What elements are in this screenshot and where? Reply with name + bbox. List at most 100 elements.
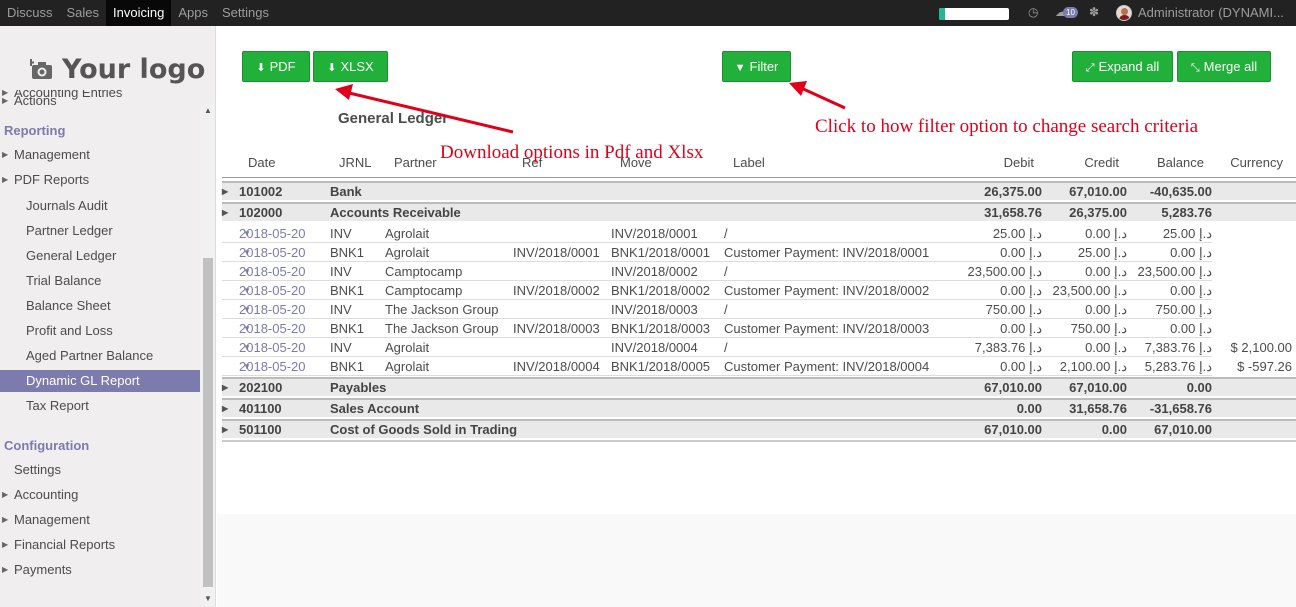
- sidebar-item-settings[interactable]: Settings: [0, 459, 200, 481]
- scroll-down-icon[interactable]: ▼: [204, 594, 212, 603]
- caret-right-icon[interactable]: ▶: [222, 204, 228, 221]
- filter-arrow: [798, 85, 846, 110]
- sidebar-item-profit-and-loss[interactable]: Profit and Loss: [0, 320, 200, 342]
- expand-icon: ⤢: [1085, 62, 1095, 74]
- move-name: BNK1/2018/0003: [611, 321, 711, 336]
- column-header-debit[interactable]: Debit: [954, 155, 1034, 170]
- expand-all-button[interactable]: ⤢ Expand all: [1072, 51, 1173, 82]
- move-label: /: [724, 226, 728, 241]
- caret-right-icon[interactable]: ▶: [222, 421, 228, 438]
- account-name: Payables: [330, 380, 387, 395]
- caret-down-icon[interactable]: ▼: [243, 357, 251, 376]
- app-menu-sales[interactable]: Sales: [60, 0, 107, 26]
- avatar[interactable]: [1116, 5, 1132, 21]
- journal-code: INV: [330, 264, 352, 279]
- app-menu-discuss[interactable]: Discuss: [0, 0, 60, 26]
- download-arrowhead: [335, 84, 353, 100]
- column-header-currency[interactable]: Currency: [1203, 155, 1283, 170]
- merge-all-button[interactable]: ⤡ Merge all: [1177, 51, 1271, 82]
- caret-down-icon[interactable]: ▼: [243, 262, 251, 281]
- scroll-up-icon[interactable]: ▲: [204, 106, 212, 115]
- sidebar-item-payments[interactable]: ▶ Payments: [0, 559, 200, 581]
- sidebar-item-configuration: Configuration: [0, 435, 200, 457]
- caret-right-icon[interactable]: ▶: [222, 379, 228, 396]
- sidebar-item-management[interactable]: ▶ Management: [0, 144, 200, 166]
- sidebar-item-general-ledger[interactable]: General Ledger: [0, 245, 200, 267]
- column-header-date[interactable]: Date: [248, 155, 275, 170]
- merge-all-label: Merge all: [1203, 59, 1258, 74]
- journal-code: BNK1: [330, 321, 364, 336]
- scrollbar-thumb[interactable]: [203, 258, 213, 587]
- progress-fill: [939, 8, 945, 20]
- user-menu[interactable]: Administrator (DYNAMI...: [1138, 0, 1284, 26]
- filter-button-label: Filter: [749, 59, 779, 74]
- sidebar-item-financial-reports[interactable]: ▶ Financial Reports: [0, 534, 200, 556]
- caret-down-icon[interactable]: ▼: [243, 319, 251, 338]
- sidebar-item-actions[interactable]: ▶ Actions: [0, 90, 200, 112]
- account-group-row[interactable]: ▶ 401100 Sales Account 0.00 31,658.76 -31,658…: [222, 398, 1296, 417]
- column-header-jrnl[interactable]: JRNL: [339, 155, 372, 170]
- partner-name: Camptocamp: [385, 283, 463, 298]
- caret-down-icon[interactable]: ▼: [243, 224, 251, 243]
- move-name: INV/2018/0003: [611, 302, 698, 317]
- sidebar-item-pdf-reports[interactable]: ▶ PDF Reports: [0, 169, 200, 191]
- partner-name: The Jackson Group: [385, 302, 499, 317]
- company-logo: Your logo: [30, 54, 205, 85]
- sidebar-item-aged-partner-balance[interactable]: Aged Partner Balance: [0, 345, 200, 367]
- caret-right-icon[interactable]: ▶: [222, 400, 228, 417]
- sidebar-scrollbar[interactable]: ▲ ▼: [200, 104, 215, 607]
- partner-name: Camptocamp: [385, 264, 463, 279]
- column-header-label[interactable]: Label: [733, 155, 765, 170]
- line-balance: 750.00 د.إ: [1155, 302, 1212, 317]
- sidebar: Your logo ▶ Accounting Entries ▶ Actions Rep…: [0, 26, 216, 607]
- caret-down-icon[interactable]: ▼: [243, 281, 251, 300]
- caret-down-icon[interactable]: ▼: [243, 243, 251, 262]
- app-menu-settings[interactable]: Settings: [215, 0, 276, 26]
- clock-icon[interactable]: ◷: [1028, 5, 1038, 19]
- annotation-filter: Click to how filter option to change sea…: [815, 116, 1199, 137]
- account-name: Accounts Receivable: [330, 205, 461, 220]
- main-content: ⬇ PDF ⬇ XLSX ▼ Filter ⤢ Expand all ⤡ Merge al…: [217, 26, 1296, 607]
- account-group-row[interactable]: ▶ 102000 Accounts Receivable 31,658.76 26,37…: [222, 202, 1296, 221]
- app-menu: Discuss Sales Invoicing Apps Settings: [0, 0, 276, 26]
- app-menu-apps[interactable]: Apps: [171, 0, 215, 26]
- app-menu-invoicing[interactable]: Invoicing: [106, 0, 172, 26]
- caret-down-icon[interactable]: ▼: [243, 338, 251, 357]
- account-name: Bank: [330, 184, 362, 199]
- sidebar-item-management[interactable]: ▶ Management: [0, 509, 200, 531]
- bug-icon[interactable]: ✽: [1089, 5, 1099, 19]
- move-label: /: [724, 302, 728, 317]
- sidebar-item-accounting[interactable]: ▶ Accounting: [0, 484, 200, 506]
- pdf-button[interactable]: ⬇ PDF: [242, 51, 310, 82]
- column-header-balance[interactable]: Balance: [1124, 155, 1204, 170]
- table-bottom-divider: [222, 440, 1296, 442]
- table-row: 2018-05-20 ▼ BNK1 Agrolait INV/2018/0004 BNK1…: [222, 357, 1292, 376]
- account-name: Sales Account: [330, 401, 420, 416]
- account-group-row[interactable]: ▶ 202100 Payables 67,010.00 67,010.00 0.00: [222, 377, 1296, 396]
- line-balance: 23,500.00 د.إ: [1137, 264, 1212, 279]
- sidebar-item-journals-audit[interactable]: Journals Audit: [0, 195, 200, 217]
- table-row: 2018-05-20 ▼ INV The Jackson Group INV/2018/…: [222, 300, 1212, 319]
- sidebar-item-tax-report[interactable]: Tax Report: [0, 395, 200, 417]
- account-code: 401100: [239, 401, 282, 416]
- table-row: 2018-05-20 ▼ BNK1 The Jackson Group INV/2018…: [222, 319, 1212, 338]
- xlsx-button[interactable]: ⬇ XLSX: [313, 51, 388, 82]
- sidebar-item-balance-sheet[interactable]: Balance Sheet: [0, 295, 200, 317]
- sidebar-item-label: Partner Ledger: [26, 223, 113, 238]
- caret-down-icon[interactable]: ▼: [243, 300, 251, 319]
- column-header-credit[interactable]: Credit: [1039, 155, 1119, 170]
- caret-right-icon[interactable]: ▶: [222, 183, 228, 200]
- sidebar-item-label: General Ledger: [26, 248, 117, 263]
- account-group-row[interactable]: ▶ 101002 Bank 26,375.00 67,010.00 -40,635.00: [222, 181, 1296, 200]
- group-balance: 0.00: [1186, 380, 1212, 395]
- journal-code: INV: [330, 302, 352, 317]
- account-group-row[interactable]: ▶ 501100 Cost of Goods Sold in Trading 67,0…: [222, 419, 1296, 438]
- move-name: BNK1/2018/0001: [611, 245, 711, 260]
- column-header-partner[interactable]: Partner: [394, 155, 437, 170]
- move-name: INV/2018/0001: [611, 226, 698, 241]
- filter-button[interactable]: ▼ Filter: [722, 51, 791, 82]
- sidebar-item-trial-balance[interactable]: Trial Balance: [0, 270, 200, 292]
- journal-code: BNK1: [330, 245, 364, 260]
- sidebar-item-dynamic-gl-report[interactable]: Dynamic GL Report: [0, 370, 200, 392]
- sidebar-item-partner-ledger[interactable]: Partner Ledger: [0, 220, 200, 242]
